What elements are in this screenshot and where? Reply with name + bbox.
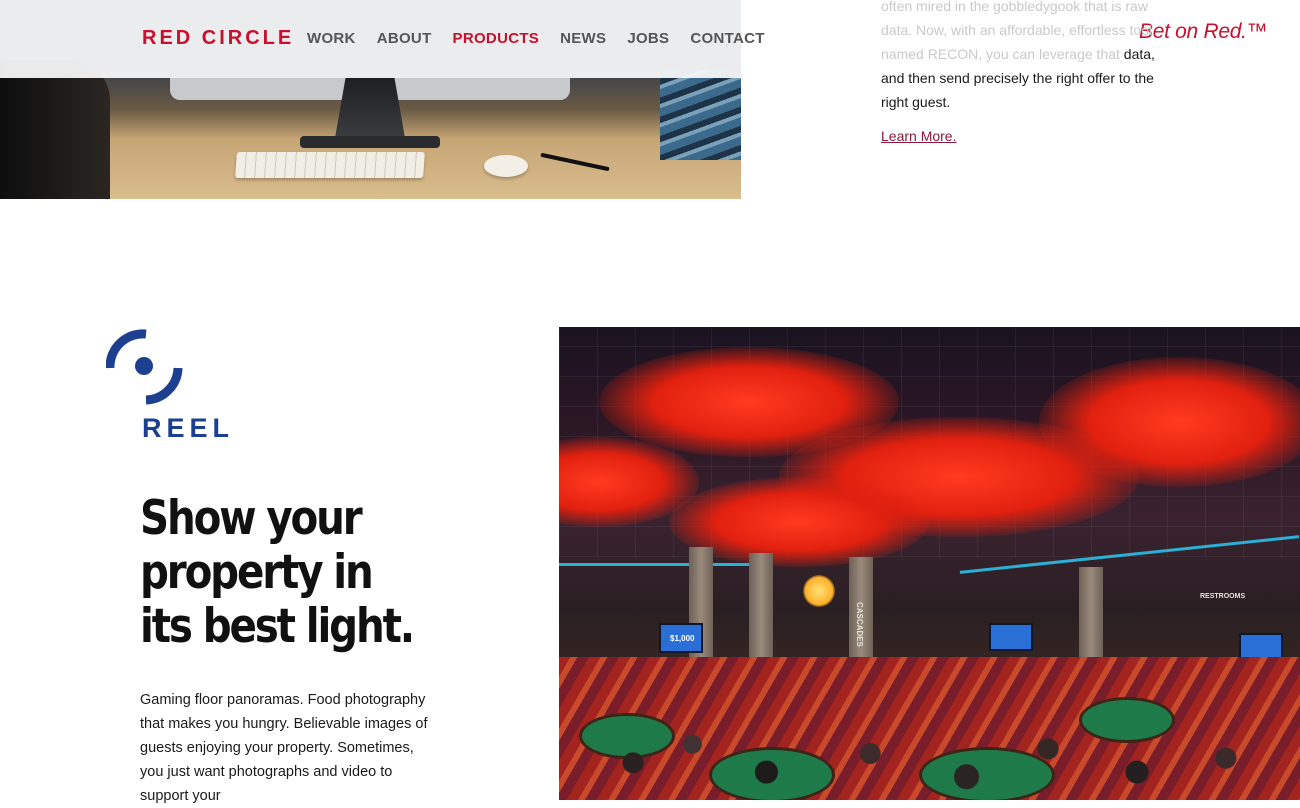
nav-about[interactable]: ABOUT (377, 30, 432, 47)
nav-contact[interactable]: CONTACT (690, 30, 764, 47)
red-circle-logo[interactable]: RED CIRCLE (142, 27, 294, 50)
nav-work[interactable]: WORK (307, 30, 356, 47)
learn-more-link[interactable]: Learn More. (881, 128, 956, 144)
jackpot-sign: $1,000 (670, 634, 695, 643)
nav-jobs[interactable]: JOBS (627, 30, 669, 47)
cascades-sign: CASCADES (855, 602, 864, 648)
binders (660, 70, 741, 160)
reel-logo-icon (106, 329, 183, 405)
nav-products[interactable]: PRODUCTS (453, 30, 540, 47)
restrooms-sign: RESTROOMS (1200, 593, 1245, 600)
recon-text-faded: often mired in the gobbledygook that is … (881, 0, 1153, 62)
site-header: RED CIRCLE WORK ABOUT PRODUCTS NEWS JOBS… (0, 0, 764, 78)
nav-news[interactable]: NEWS (560, 30, 606, 47)
casino-floor-photo: $1,000 CASCADES RESTROOMS (559, 327, 1300, 800)
reel-headline: Show your property in its best light. (140, 491, 415, 654)
main-nav: WORK ABOUT PRODUCTS NEWS JOBS CONTACT (307, 30, 786, 47)
mouse (484, 155, 528, 177)
reel-body-copy: Gaming floor panoramas. Food photography… (140, 692, 428, 804)
recon-description: often mired in the gobbledygook that is … (881, 0, 1161, 114)
casino-signage: $1,000 CASCADES RESTROOMS (670, 593, 1245, 648)
reel-wordmark: REEL (142, 413, 235, 443)
monitor-base (300, 136, 440, 148)
keyboard (235, 152, 425, 178)
monitor-stand (335, 78, 405, 138)
chair (0, 60, 110, 199)
pen (540, 152, 610, 172)
